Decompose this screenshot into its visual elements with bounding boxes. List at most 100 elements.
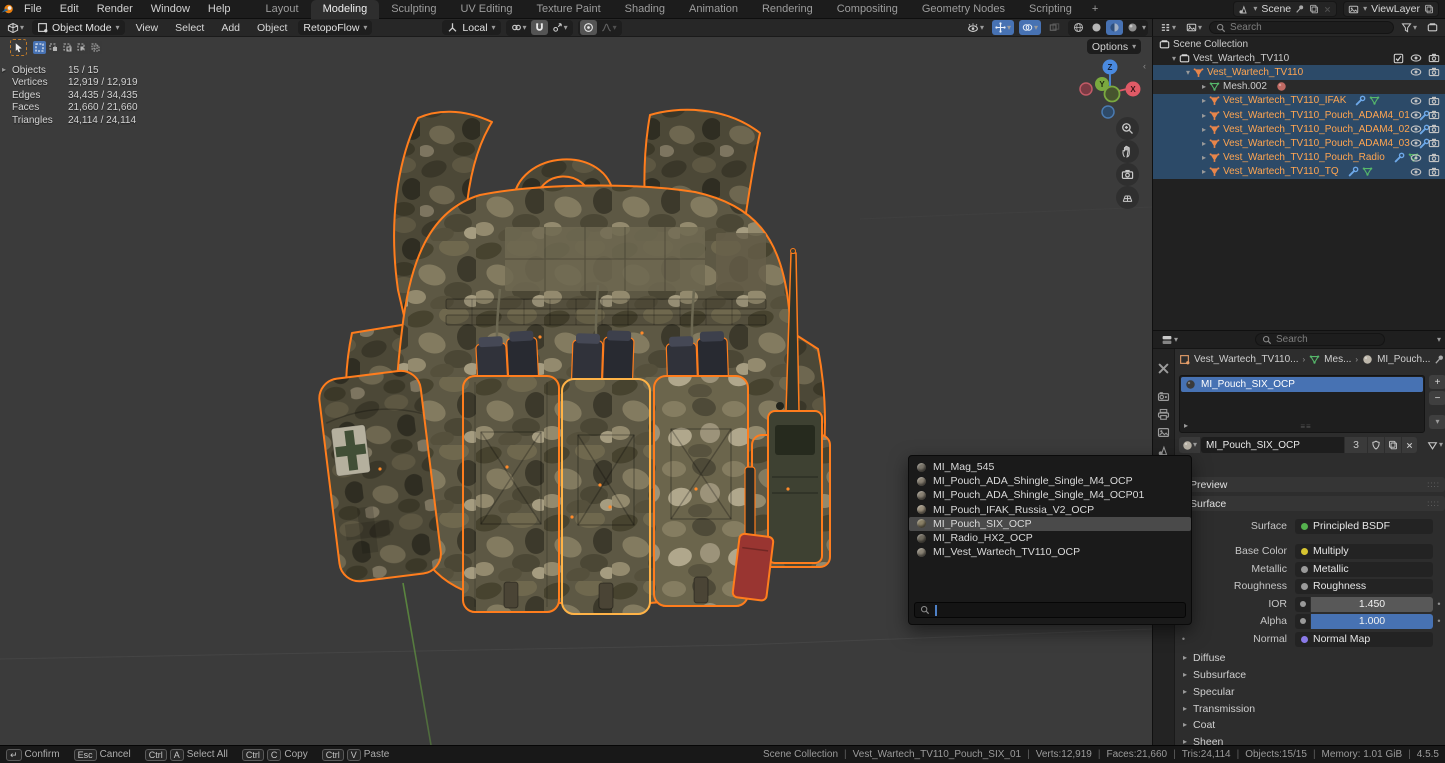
- new-scene-icon[interactable]: [1309, 4, 1319, 14]
- gizmo-neg-z[interactable]: [1102, 106, 1114, 118]
- menu-render[interactable]: Render: [88, 0, 142, 19]
- eye-icon[interactable]: [1410, 95, 1422, 107]
- menu-add[interactable]: Add: [215, 22, 246, 34]
- outliner-id-filter[interactable]: ▾: [1183, 20, 1205, 35]
- tab-view-layer-icon[interactable]: [1157, 426, 1170, 439]
- outliner-row-pouch-adam4-02[interactable]: ▸ Vest_Wartech_TV110_Pouch_ADAM4_02: [1153, 122, 1445, 136]
- eye-icon[interactable]: [1410, 152, 1422, 164]
- editor-type-selector[interactable]: ▾: [4, 20, 27, 35]
- camera-icon[interactable]: [1428, 52, 1440, 64]
- expand-icon[interactable]: ▸: [1199, 153, 1209, 162]
- pan-button[interactable]: [1116, 140, 1139, 163]
- view-layer-selector[interactable]: ▾ ViewLayer: [1343, 1, 1439, 17]
- tab-layout[interactable]: Layout: [254, 0, 311, 19]
- zoom-button[interactable]: [1116, 117, 1139, 140]
- expand-icon[interactable]: ▸: [1199, 96, 1209, 105]
- popup-item[interactable]: MI_Pouch_ADA_Shingle_Single_M4_OCP: [909, 474, 1191, 488]
- camera-view-button[interactable]: [1116, 163, 1139, 186]
- browse-material-button[interactable]: ▾: [1179, 437, 1200, 453]
- breadcrumb-material[interactable]: MI_Pouch...: [1377, 354, 1430, 365]
- unlink-material-button[interactable]: [1402, 437, 1417, 453]
- preview-panel-header[interactable]: ▾ Preview ::::: [1177, 477, 1445, 492]
- slot-specials-dropdown[interactable]: ▾: [1429, 415, 1445, 429]
- resize-grip[interactable]: ≡≡: [1300, 422, 1311, 431]
- shading-dropdown[interactable]: ▾: [1142, 24, 1146, 32]
- transmission-panel[interactable]: ▸Transmission: [1183, 701, 1255, 716]
- outliner-row-collection-vest[interactable]: ▾ Vest_Wartech_TV110: [1153, 51, 1445, 65]
- popup-item[interactable]: MI_Pouch_ADA_Shingle_Single_M4_OCP01: [909, 488, 1191, 502]
- outliner-row-tq[interactable]: ▸ Vest_Wartech_TV110_TQ: [1153, 165, 1445, 179]
- tab-uv-editing[interactable]: UV Editing: [448, 0, 524, 19]
- outliner-row-scene-collection[interactable]: Scene Collection: [1153, 37, 1445, 51]
- subsurface-panel[interactable]: ▸Subsurface: [1183, 667, 1246, 682]
- retopoflow-menu[interactable]: RetopoFlow ▾: [298, 20, 372, 35]
- slot-filter-expand[interactable]: ▸: [1184, 422, 1188, 430]
- mode-selector[interactable]: Object Mode ▾: [32, 20, 125, 35]
- mag-pouch-left[interactable]: [463, 376, 559, 612]
- expand-icon[interactable]: ▸: [1199, 82, 1209, 91]
- popup-item-selected[interactable]: MI_Pouch_SIX_OCP: [909, 517, 1191, 531]
- camera-icon[interactable]: [1428, 152, 1440, 164]
- shading-material-button[interactable]: [1106, 20, 1123, 35]
- normal-field[interactable]: Normal Map: [1295, 632, 1433, 647]
- camera-icon[interactable]: [1428, 123, 1440, 135]
- add-slot-button[interactable]: +: [1429, 375, 1445, 389]
- show-object-types-dropdown[interactable]: ▾: [964, 20, 987, 35]
- select-mode-intersect[interactable]: [89, 41, 102, 54]
- tab-compositing[interactable]: Compositing: [825, 0, 910, 19]
- expand-icon[interactable]: ▸: [1199, 111, 1209, 120]
- outliner-row-pouch-radio[interactable]: ▸ Vest_Wartech_TV110_Pouch_Radio: [1153, 151, 1445, 165]
- pin-icon[interactable]: [1295, 4, 1305, 14]
- outliner-row-vest-object[interactable]: ▾ Vest_Wartech_TV110: [1153, 65, 1445, 79]
- shading-rendered-button[interactable]: [1124, 20, 1141, 35]
- add-workspace-button[interactable]: +: [1084, 0, 1106, 19]
- blender-logo[interactable]: [0, 2, 15, 17]
- alpha-slider[interactable]: 1.000: [1311, 614, 1433, 629]
- eye-icon[interactable]: [1410, 66, 1422, 78]
- chevron-right-icon[interactable]: ▸: [2, 65, 6, 74]
- tab-output-icon[interactable]: [1157, 408, 1170, 421]
- popup-item[interactable]: MI_Vest_Wartech_TV110_OCP: [909, 545, 1191, 559]
- select-mode-new[interactable]: [33, 41, 46, 54]
- pin-icon[interactable]: [1434, 354, 1445, 365]
- new-view-layer-icon[interactable]: [1424, 4, 1434, 14]
- eye-icon[interactable]: [1410, 123, 1422, 135]
- tab-tool-icon[interactable]: [1157, 362, 1170, 375]
- perspective-toggle-button[interactable]: [1116, 186, 1139, 209]
- menu-file[interactable]: File: [15, 0, 51, 19]
- properties-editor-selector[interactable]: ▾: [1158, 332, 1181, 347]
- camera-icon[interactable]: [1428, 66, 1440, 78]
- eye-icon[interactable]: [1410, 166, 1422, 178]
- roughness-field[interactable]: Roughness: [1295, 579, 1433, 594]
- outliner-row-mesh-002[interactable]: ▸ Mesh.002: [1153, 80, 1445, 94]
- popup-item[interactable]: MI_Mag_545: [909, 460, 1191, 474]
- popup-item[interactable]: MI_Radio_HX2_OCP: [909, 531, 1191, 545]
- tab-modeling[interactable]: Modeling: [311, 0, 380, 19]
- metallic-field[interactable]: Metallic: [1295, 562, 1433, 577]
- outliner-filter-dropdown[interactable]: ▾: [1398, 20, 1420, 35]
- tab-scripting[interactable]: Scripting: [1017, 0, 1084, 19]
- options-button[interactable]: Options ▾: [1087, 39, 1141, 54]
- camera-icon[interactable]: [1428, 95, 1440, 107]
- show-overlays-toggle[interactable]: ▾: [1019, 20, 1041, 35]
- panel-grip[interactable]: ::::: [1427, 480, 1440, 489]
- material-users-button[interactable]: 3: [1345, 437, 1367, 453]
- expand-icon[interactable]: ▸: [1199, 125, 1209, 134]
- checkbox-icon[interactable]: [1393, 53, 1404, 64]
- properties-options-dropdown[interactable]: ▾: [1437, 336, 1441, 344]
- expand-icon[interactable]: ▾: [1169, 54, 1179, 63]
- tourniquet[interactable]: [732, 533, 774, 601]
- tab-rendering[interactable]: Rendering: [750, 0, 825, 19]
- select-mode-extend[interactable]: [47, 41, 60, 54]
- proportional-falloff-dropdown[interactable]: ▾: [598, 20, 620, 35]
- fake-user-button[interactable]: [1368, 437, 1384, 453]
- menu-edit[interactable]: Edit: [51, 0, 88, 19]
- camera-icon[interactable]: [1428, 109, 1440, 121]
- expand-icon[interactable]: ▾: [1183, 68, 1193, 77]
- node-tree-selector[interactable]: ▾: [1424, 438, 1445, 453]
- snap-with-dropdown[interactable]: ▾: [549, 20, 571, 35]
- surface-panel-header[interactable]: ▾ Surface ::::: [1177, 496, 1445, 511]
- mag-pouch-center[interactable]: [562, 379, 650, 614]
- xray-toggle[interactable]: [1046, 20, 1063, 35]
- camera-icon[interactable]: [1428, 166, 1440, 178]
